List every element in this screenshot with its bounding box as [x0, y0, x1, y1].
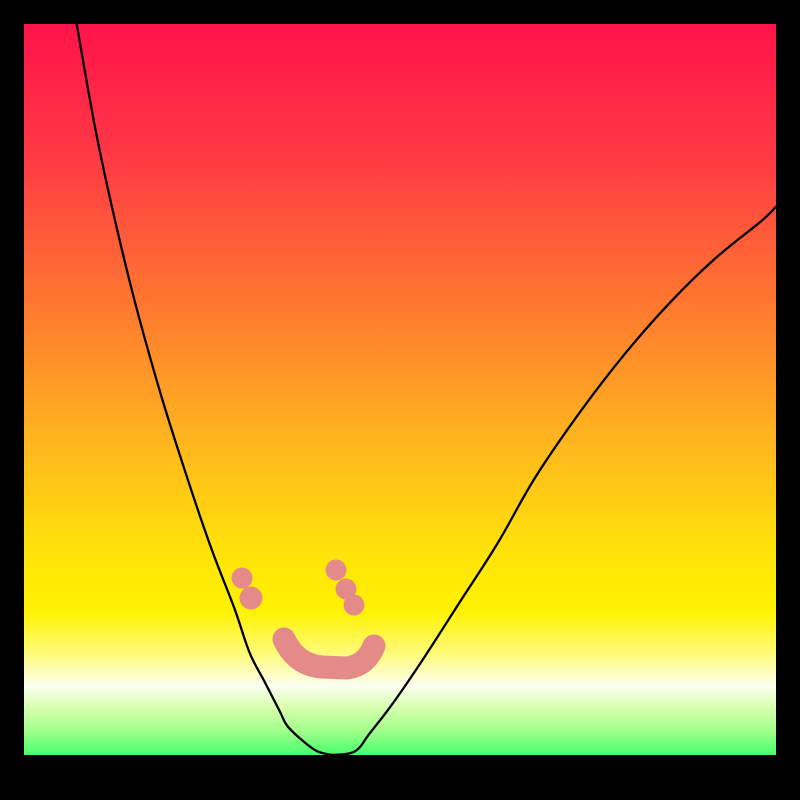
outer-frame: TheBottlenecker.com [0, 0, 800, 800]
marker-left-lower [240, 587, 263, 610]
marker-right-top [326, 560, 347, 581]
gradient-background [24, 24, 776, 776]
marker-left-upper [232, 568, 253, 589]
chart-stage: TheBottlenecker.com [24, 24, 776, 776]
baseline-bar [24, 755, 776, 776]
marker-right-bottom [344, 595, 365, 616]
bottleneck-chart [24, 24, 776, 776]
